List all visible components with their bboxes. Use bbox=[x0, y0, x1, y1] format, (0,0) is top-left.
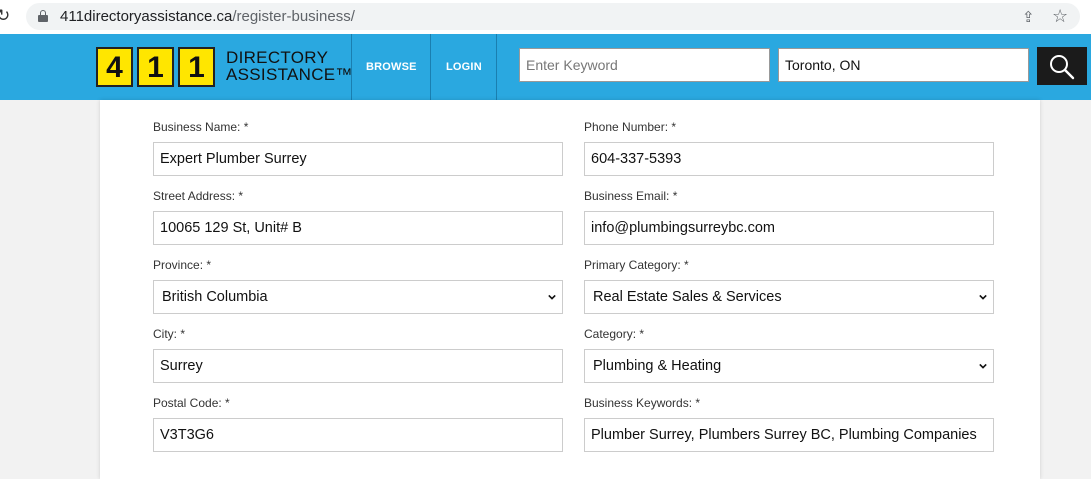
share-icon[interactable]: ⇪ bbox=[1022, 8, 1040, 26]
postal-code-input[interactable] bbox=[153, 418, 563, 452]
phone-number-label: Phone Number: * bbox=[584, 120, 677, 134]
province-select[interactable]: British Columbia bbox=[153, 280, 563, 314]
browser-toolbar: ↻ 411directoryassistance.ca/register-bus… bbox=[0, 0, 1091, 34]
category-label: Category: * bbox=[584, 327, 645, 341]
nav-divider bbox=[351, 34, 352, 100]
business-name-input[interactable] bbox=[153, 142, 563, 176]
city-input[interactable] bbox=[153, 349, 563, 383]
register-business-form: Business Name: * Phone Number: * Street … bbox=[100, 100, 1040, 479]
phone-number-input[interactable] bbox=[584, 142, 994, 176]
logo-digit-2: 1 bbox=[137, 47, 174, 87]
category-select[interactable]: Plumbing & Heating bbox=[584, 349, 994, 383]
province-selected-value: British Columbia bbox=[162, 289, 268, 305]
lock-icon[interactable] bbox=[38, 10, 48, 22]
logo-text: DIRECTORY ASSISTANCE™ bbox=[226, 49, 353, 83]
nav-divider bbox=[430, 34, 431, 100]
primary-category-selected-value: Real Estate Sales & Services bbox=[593, 289, 782, 305]
province-label: Province: * bbox=[153, 258, 212, 272]
category-selected-value: Plumbing & Heating bbox=[593, 358, 722, 374]
keyword-search-input[interactable] bbox=[519, 48, 770, 82]
logo-digit-3: 1 bbox=[178, 47, 215, 87]
city-label: City: * bbox=[153, 327, 186, 341]
postal-code-label: Postal Code: * bbox=[153, 396, 230, 410]
logo-line-2: ASSISTANCE™ bbox=[226, 65, 353, 84]
chevron-down-icon bbox=[979, 363, 987, 369]
business-keywords-label: Business Keywords: * bbox=[584, 396, 701, 410]
nav-browse-link[interactable]: BROWSE bbox=[366, 61, 417, 73]
business-keywords-input[interactable] bbox=[584, 418, 994, 452]
nav-login-link[interactable]: LOGIN bbox=[446, 61, 482, 73]
bookmark-star-icon[interactable]: ☆ bbox=[1052, 6, 1070, 27]
primary-category-select[interactable]: Real Estate Sales & Services bbox=[584, 280, 994, 314]
reload-icon[interactable]: ↻ bbox=[0, 7, 14, 25]
url-path: /register-business/ bbox=[232, 8, 355, 25]
business-name-label: Business Name: * bbox=[153, 120, 249, 134]
business-email-label: Business Email: * bbox=[584, 189, 678, 203]
chevron-down-icon bbox=[979, 294, 987, 300]
street-address-label: Street Address: * bbox=[153, 189, 244, 203]
street-address-input[interactable] bbox=[153, 211, 563, 245]
primary-category-label: Primary Category: * bbox=[584, 258, 689, 272]
address-bar[interactable]: 411directoryassistance.ca/register-busin… bbox=[26, 3, 1080, 30]
business-email-input[interactable] bbox=[584, 211, 994, 245]
nav-divider bbox=[496, 34, 497, 100]
search-button[interactable] bbox=[1037, 47, 1087, 85]
url-text[interactable]: 411directoryassistance.ca/register-busin… bbox=[60, 8, 355, 25]
search-icon bbox=[1050, 55, 1075, 80]
site-header: 4 1 1 DIRECTORY ASSISTANCE™ BROWSE LOGIN bbox=[0, 34, 1091, 100]
logo-digit-1: 4 bbox=[96, 47, 133, 87]
url-domain: 411directoryassistance.ca bbox=[60, 8, 233, 25]
chevron-down-icon bbox=[548, 294, 556, 300]
location-input[interactable] bbox=[778, 48, 1029, 82]
logo-line-1: DIRECTORY bbox=[226, 48, 329, 67]
